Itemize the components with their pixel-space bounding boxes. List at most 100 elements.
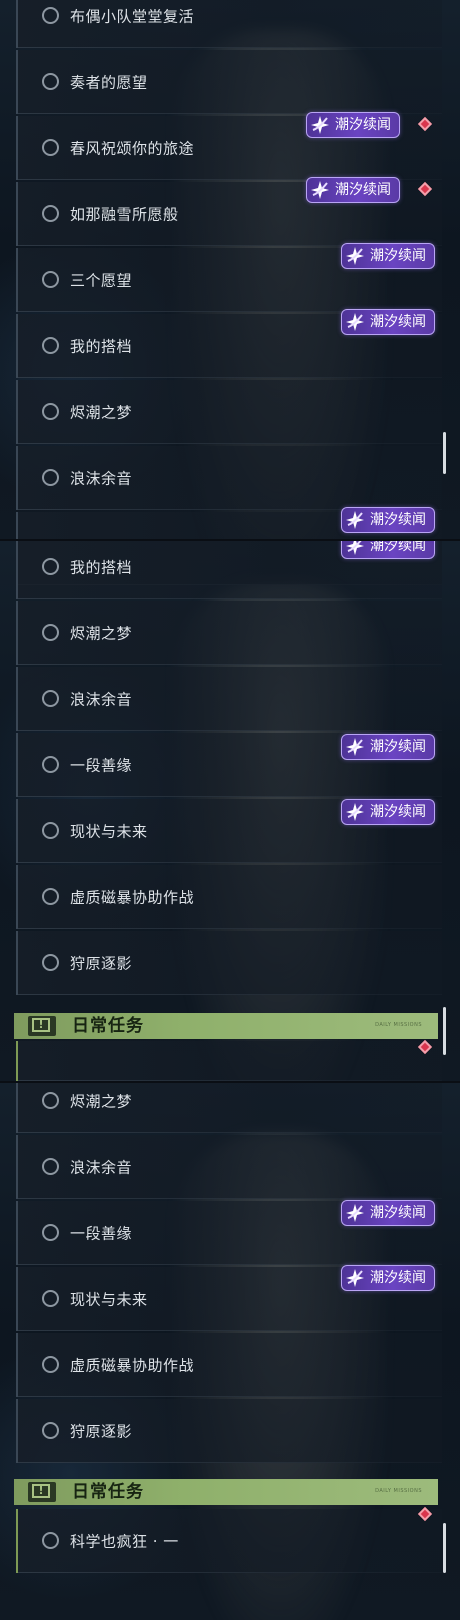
quest-label: 一段善缘 [70,1224,133,1243]
quest-label: 三个愿望 [70,271,133,290]
status-circle-icon [42,756,59,773]
sparkle-icon [346,1204,364,1222]
status-circle-icon [42,1290,59,1307]
badge-label: 潮汐续闻 [370,1270,426,1286]
quest-label: 现状与未来 [70,1290,148,1309]
quest-label: 浪沫余音 [70,1158,133,1177]
status-circle-icon [42,139,59,156]
exclamation-icon: ! [28,1482,56,1502]
section-subtitle: DAILY MISSIONS [375,1488,422,1494]
badge-label: 潮汐续闻 [370,314,426,330]
quest-label: 奏者的愿望 [70,73,148,92]
tide-stories-badge: 潮汐续闻 [306,112,400,138]
badge-label: 潮汐续闻 [370,804,426,820]
status-circle-icon [42,1092,59,1109]
status-circle-icon [42,205,59,222]
exclamation-icon: ! [28,1016,56,1036]
quest-row[interactable]: 虚质磁暴协助作战 [16,865,442,929]
quest-row[interactable]: 奏者的愿望 [16,50,442,114]
badge-label: 潮汐续闻 [370,512,426,528]
section-subtitle: DAILY MISSIONS [375,1022,422,1028]
daily-missions-header[interactable]: ! 日常任务 DAILY MISSIONS [14,1013,438,1039]
sparkle-icon [311,116,329,134]
sparkle-icon [346,803,364,821]
quest-row[interactable]: 狩原逐影 [16,931,442,995]
status-circle-icon [42,1532,59,1549]
badge-label: 潮汐续闻 [370,541,426,554]
quest-row[interactable]: 虚质磁暴协助作战 [16,1333,442,1397]
section-title: 日常任务 [72,1482,144,1502]
quest-label: 虚质磁暴协助作战 [70,888,195,907]
status-circle-icon [42,337,59,354]
badge-label: 潮汐续闻 [335,182,391,198]
status-circle-icon [42,1356,59,1373]
tide-stories-badge: 潮汐续闻 [341,1265,435,1291]
status-circle-icon [42,7,59,24]
status-circle-icon [42,469,59,486]
tide-stories-badge: 潮汐续闻 [341,799,435,825]
quest-row[interactable]: 布偶小队堂堂复活 [16,0,442,48]
quest-panel-2: 我的搭档 烬潮之梦 浪沫余音 一段善缘 现状与未来 虚质磁暴协助作战 狩原逐影 … [0,541,460,1081]
sparkle-icon [346,1269,364,1287]
tide-stories-badge: 潮汐续闻 [341,309,435,335]
quest-label: 布偶小队堂堂复活 [70,7,195,26]
quest-label: 我的搭档 [70,558,133,577]
scrollbar-thumb[interactable] [443,1523,446,1573]
quest-label: 虚质磁暴协助作战 [70,1356,195,1375]
quest-label: 烬潮之梦 [70,1092,133,1111]
status-circle-icon [42,558,59,575]
badge-label: 潮汐续闻 [335,117,391,133]
status-circle-icon [42,888,59,905]
status-circle-icon [42,1224,59,1241]
quest-row[interactable]: 浪沫余音 [16,446,442,510]
quest-row[interactable] [16,1041,442,1081]
status-circle-icon [42,1422,59,1439]
sparkle-icon [346,738,364,756]
quest-row[interactable]: 狩原逐影 [16,1399,442,1463]
tide-stories-badge: 潮汐续闻 [341,1200,435,1226]
quest-label: 浪沫余音 [70,469,133,488]
sparkle-icon [346,247,364,265]
badge-label: 潮汐续闻 [370,739,426,755]
quest-label: 我的搭档 [70,337,133,356]
sparkle-icon [346,511,364,529]
quest-row[interactable]: 烬潮之梦 [16,1083,442,1133]
quest-label: 科学也疯狂 · 一 [70,1532,179,1551]
tide-stories-badge: 潮汐续闻 [341,243,435,269]
quest-row[interactable]: 浪沫余音 [16,1135,442,1199]
quest-label: 狩原逐影 [70,954,133,973]
quest-panel-3: 烬潮之梦 浪沫余音 一段善缘 现状与未来 虚质磁暴协助作战 狩原逐影 ! 日常任… [0,1083,460,1620]
status-circle-icon [42,271,59,288]
quest-label: 如那融雪所愿般 [70,205,179,224]
quest-label: 浪沫余音 [70,690,133,709]
status-circle-icon [42,73,59,90]
tide-stories-badge: 潮汐续闻 [341,734,435,760]
status-circle-icon [42,624,59,641]
quest-label: 现状与未来 [70,822,148,841]
tide-stories-badge: 潮汐续闻 [341,507,435,533]
daily-missions-header[interactable]: ! 日常任务 DAILY MISSIONS [14,1479,438,1505]
quest-label: 烬潮之梦 [70,624,133,643]
status-circle-icon [42,822,59,839]
tide-stories-badge: 潮汐续闻 [341,541,435,559]
tide-stories-badge: 潮汐续闻 [306,177,400,203]
sparkle-icon [311,181,329,199]
quest-row[interactable]: 浪沫余音 [16,667,442,731]
section-title: 日常任务 [72,1016,144,1036]
status-circle-icon [42,1158,59,1175]
status-circle-icon [42,403,59,420]
quest-row[interactable]: 烬潮之梦 [16,380,442,444]
sparkle-icon [346,313,364,331]
quest-label: 烬潮之梦 [70,403,133,422]
scrollbar-thumb[interactable] [443,1007,446,1055]
quest-label: 狩原逐影 [70,1422,133,1441]
scrollbar-thumb[interactable] [443,432,446,474]
badge-label: 潮汐续闻 [370,1205,426,1221]
quest-row[interactable]: 烬潮之梦 [16,601,442,665]
daily-quest-row[interactable]: 科学也疯狂 · 一 [16,1509,442,1573]
quest-label: 一段善缘 [70,756,133,775]
sparkle-icon [346,541,364,555]
badge-label: 潮汐续闻 [370,248,426,264]
quest-panel-1: 布偶小队堂堂复活 奏者的愿望 春风祝颂你的旅途 如那融雪所愿般 三个愿望 我的搭… [0,0,460,540]
status-circle-icon [42,954,59,971]
